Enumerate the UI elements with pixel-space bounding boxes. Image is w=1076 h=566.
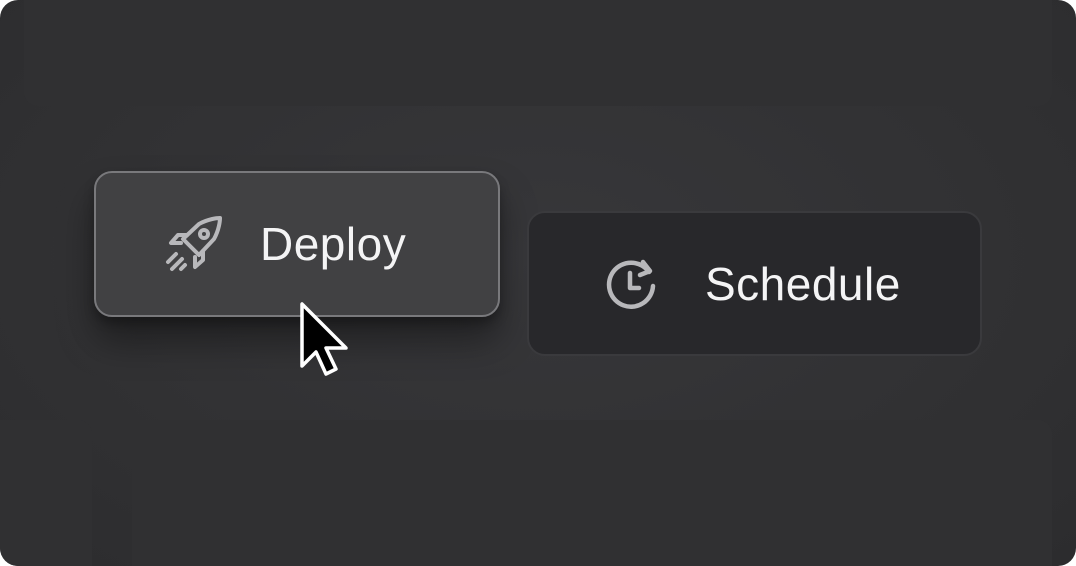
- bottom-left-panel: [0, 420, 92, 566]
- clock-refresh-icon: [599, 252, 663, 316]
- deploy-button[interactable]: Deploy: [94, 171, 500, 317]
- schedule-label: Schedule: [705, 257, 901, 310]
- rocket-icon: [162, 212, 226, 276]
- app-canvas: Deploy Schedule: [0, 0, 1076, 566]
- deploy-label: Deploy: [260, 218, 407, 270]
- schedule-button[interactable]: Schedule: [527, 211, 982, 356]
- mouse-cursor-icon: [298, 300, 362, 380]
- top-panel: [24, 0, 1052, 106]
- bottom-main-panel: [132, 420, 1052, 566]
